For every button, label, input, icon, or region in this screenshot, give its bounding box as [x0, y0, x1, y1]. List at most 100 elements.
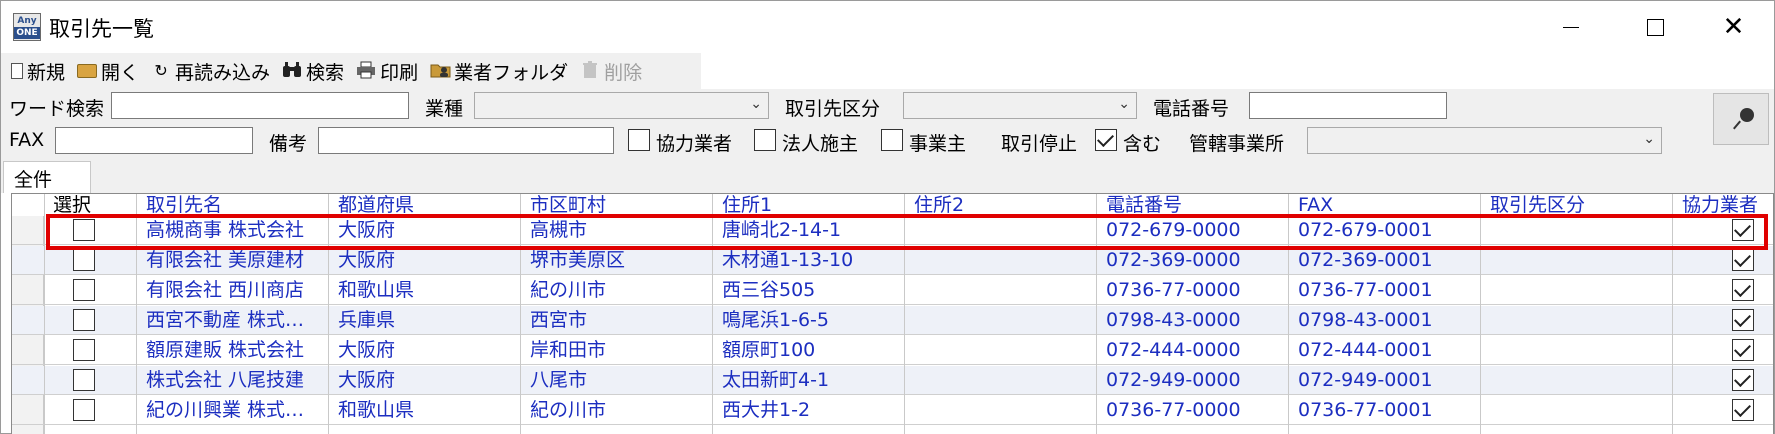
- include-checkbox[interactable]: [1095, 129, 1117, 151]
- table-row[interactable]: 高槻商事 株式会社 大阪府 高槻市 唐崎北2-14-1 072-679-0000 072-…: [12, 216, 1773, 245]
- column-header-partner-type[interactable]: 取引先区分: [1484, 194, 1674, 216]
- column-header-name[interactable]: 取引先名: [140, 194, 330, 216]
- row-cooperating-checkbox[interactable]: [1732, 279, 1754, 301]
- cell-address2: [908, 396, 1098, 425]
- row-select-checkbox[interactable]: [73, 399, 95, 421]
- cooperating-label: 協力業者: [656, 133, 733, 155]
- print-button[interactable]: 印刷: [356, 56, 418, 86]
- industry-select[interactable]: ⌄: [474, 92, 769, 119]
- new-button[interactable]: 新規: [7, 56, 65, 86]
- office-select[interactable]: ⌄: [1307, 127, 1662, 154]
- table-row[interactable]: 株式会社 八尾技建 大阪府 八尾市 太田新町4-1 072-949-0000 072-94…: [12, 366, 1773, 395]
- row-cooperating-checkbox[interactable]: [1732, 249, 1754, 271]
- table-row[interactable]: 紀の川興業 株式… 和歌山県 紀の川市 西大井1-2 0736-77-0000 0736-…: [12, 396, 1773, 425]
- row-cooperating-checkbox[interactable]: [1732, 309, 1754, 331]
- close-button[interactable]: ✕: [1691, 1, 1775, 53]
- table-row[interactable]: 西宮不動産 株式… 兵庫県 西宮市 鳴尾浜1-6-5 0798-43-0000 0798-…: [12, 306, 1773, 335]
- binoculars-icon: [282, 61, 302, 81]
- cell-fax: 0736-77-0001: [1298, 399, 1433, 421]
- cell-fax: 0798-43-0001: [1298, 309, 1433, 331]
- table-row[interactable]: 有限会社 美原建材 大阪府 堺市美原区 木材通1-13-10 072-369-0000 0…: [12, 246, 1773, 275]
- column-header-city[interactable]: 市区町村: [524, 194, 714, 216]
- table-row[interactable]: 額原建販 株式会社 大阪府 岸和田市 額原町100 072-444-0000 072-44…: [12, 336, 1773, 365]
- row-cooperating-checkbox[interactable]: [1732, 399, 1754, 421]
- cell-prefecture: 和歌山県: [338, 279, 415, 301]
- column-header-select[interactable]: 選択: [47, 194, 125, 216]
- cooperating-checkbox[interactable]: [628, 129, 650, 151]
- cell-address1: 鳴尾浜1-6-5: [722, 309, 829, 331]
- row-select-checkbox[interactable]: [73, 249, 95, 271]
- cell-partner-type: [1484, 276, 1674, 305]
- column-header-prefecture[interactable]: 都道府県: [332, 194, 522, 216]
- column-divider: [44, 194, 45, 434]
- column-header-phone[interactable]: 電話番号: [1100, 194, 1290, 216]
- cell-address2: [908, 306, 1098, 335]
- cell-phone: 072-679-0000: [1106, 219, 1241, 241]
- cell-name: 西宮不動産 株式…: [146, 309, 305, 331]
- search-button[interactable]: 検索: [282, 56, 344, 86]
- cell-partner-type: [1484, 216, 1674, 245]
- column-header-address2[interactable]: 住所2: [908, 194, 1098, 216]
- row-cooperating-checkbox[interactable]: [1732, 219, 1754, 241]
- app-logo-icon: Any ONE: [13, 13, 41, 41]
- row-select-checkbox[interactable]: [73, 369, 95, 391]
- tab-all[interactable]: 全件: [3, 161, 91, 193]
- cell-address2: [908, 216, 1098, 245]
- cell-name: 有限会社 西川商店: [146, 279, 305, 301]
- individual-owner-checkbox[interactable]: [881, 129, 903, 151]
- partner-type-select[interactable]: ⌄: [903, 92, 1137, 119]
- row-cooperating-checkbox[interactable]: [1732, 369, 1754, 391]
- cell-phone: 072-949-0000: [1106, 369, 1241, 391]
- column-divider: [520, 194, 521, 434]
- chevron-down-icon: ⌄: [750, 96, 762, 112]
- printer-icon: [356, 61, 376, 81]
- reload-button[interactable]: ↻ 再読み込み: [151, 56, 270, 86]
- open-folder-icon: [77, 64, 98, 78]
- row-select-checkbox[interactable]: [73, 279, 95, 301]
- table-row[interactable]: 有限会社 西川商店 和歌山県 紀の川市 西三谷505 0736-77-0000 0736-…: [12, 276, 1773, 305]
- fax-input[interactable]: [55, 127, 253, 154]
- search-button-label: 検索: [306, 61, 345, 84]
- folder-person-icon: [430, 61, 451, 81]
- cell-name: 株式会社 八尾技建: [146, 369, 305, 391]
- memo-input[interactable]: [318, 127, 614, 154]
- column-divider: [1096, 194, 1097, 434]
- cell-city: 堺市美原区: [530, 249, 626, 271]
- cell-partner-type: [1484, 306, 1674, 335]
- column-divider: [1288, 194, 1289, 434]
- delete-button[interactable]: 削除: [580, 56, 642, 86]
- column-divider: [1480, 194, 1481, 434]
- column-header-fax[interactable]: FAX: [1292, 194, 1482, 216]
- memo-label: 備考: [269, 133, 308, 155]
- window: Any ONE 取引先一覧 ✕ 新規 開く ↻ 再読み込み 検索 印刷 業者フォ…: [0, 0, 1775, 434]
- row-select-checkbox[interactable]: [73, 219, 95, 241]
- tab-strip: 全件: [1, 161, 1774, 193]
- word-search-input[interactable]: [111, 92, 409, 119]
- pin-stem: [1733, 120, 1741, 130]
- row-cooperating-checkbox[interactable]: [1732, 339, 1754, 361]
- chevron-down-icon: ⌄: [1643, 131, 1655, 147]
- column-header-cooperating[interactable]: 協力業者: [1676, 194, 1773, 216]
- column-divider: [136, 194, 137, 434]
- row-select-checkbox[interactable]: [73, 309, 95, 331]
- column-header-address1[interactable]: 住所1: [716, 194, 906, 216]
- partner-table: 選択 取引先名 都道府県 市区町村 住所1 住所2 電話番号 FAX 取引先区分…: [11, 193, 1774, 434]
- suspended-label: 取引停止: [1001, 133, 1078, 155]
- pin-button[interactable]: [1713, 93, 1769, 145]
- cell-phone: 072-369-0000: [1106, 249, 1241, 271]
- vendor-folder-button[interactable]: 業者フォルダ: [430, 56, 568, 86]
- cell-partner-type: [1484, 246, 1674, 275]
- cell-city: 紀の川市: [530, 399, 607, 421]
- partner-type-label: 取引先区分: [785, 98, 881, 120]
- row-select-checkbox[interactable]: [73, 339, 95, 361]
- cell-address1: 木材通1-13-10: [722, 249, 854, 271]
- phone-input[interactable]: [1249, 92, 1447, 119]
- maximize-button[interactable]: [1613, 1, 1698, 53]
- print-button-label: 印刷: [380, 61, 419, 84]
- cell-fax: 072-679-0001: [1298, 219, 1433, 241]
- cell-prefecture: 大阪府: [338, 249, 396, 271]
- minimize-button[interactable]: [1528, 1, 1613, 53]
- column-divider: [712, 194, 713, 434]
- corporate-client-checkbox[interactable]: [754, 129, 776, 151]
- open-button[interactable]: 開く: [77, 56, 139, 86]
